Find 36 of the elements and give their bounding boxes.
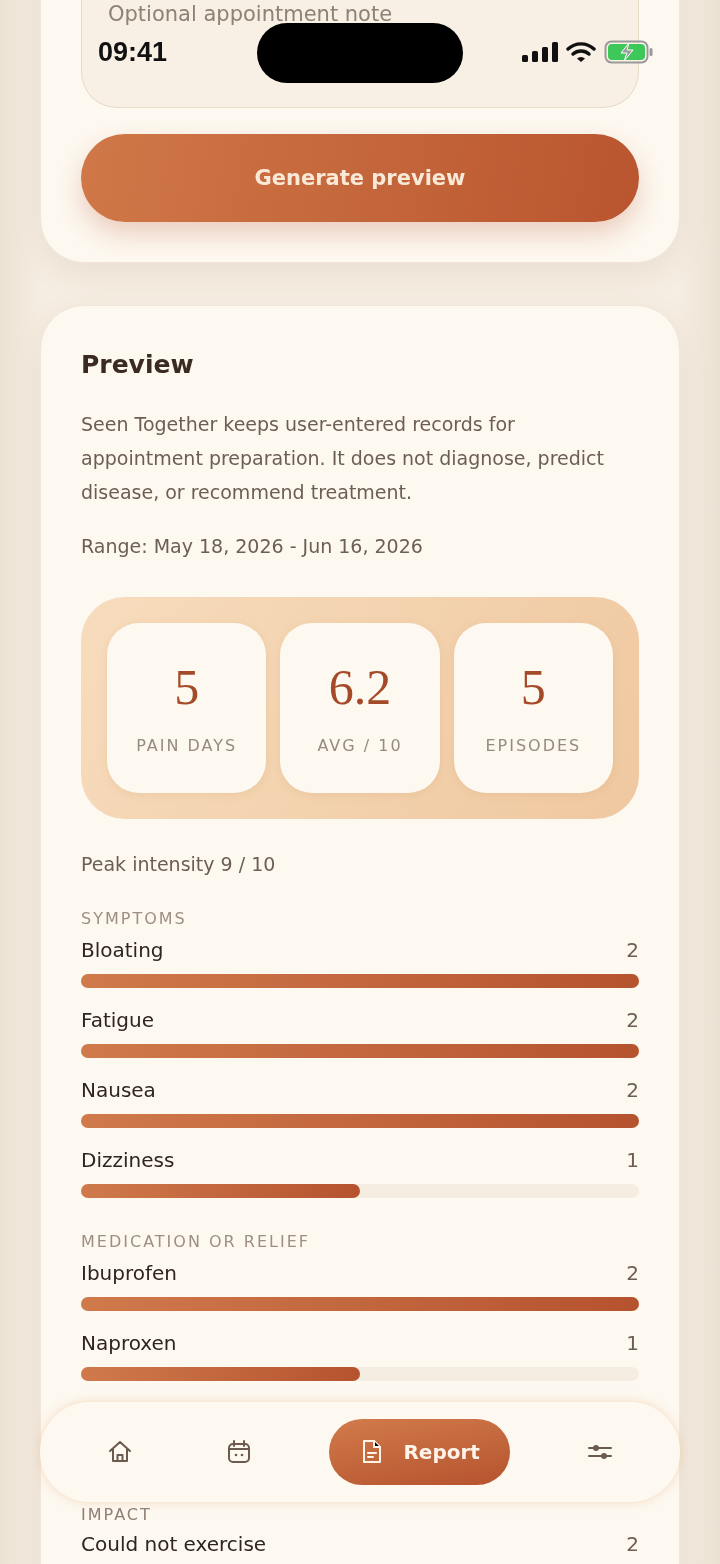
item-count: 2 bbox=[626, 938, 639, 962]
stat-value: 5 bbox=[174, 661, 200, 712]
item-name: Nausea bbox=[81, 1078, 156, 1102]
nav-tab[interactable]: Report bbox=[329, 1419, 510, 1485]
stat-value: 6.2 bbox=[328, 661, 392, 712]
item-name: Bloating bbox=[81, 938, 164, 962]
section-heading: SYMPTOMS bbox=[81, 909, 188, 928]
signal-icon bbox=[522, 42, 558, 62]
section-title: Preview bbox=[81, 350, 195, 379]
home-icon bbox=[106, 1439, 133, 1465]
calendar-icon bbox=[226, 1439, 253, 1465]
item-name: Fatigue bbox=[81, 1008, 154, 1032]
item-count: 2 bbox=[626, 1008, 639, 1032]
item-count: 2 bbox=[626, 1078, 639, 1102]
stat-label: AVG / 10 bbox=[317, 735, 403, 755]
note-field[interactable]: Optional appointment note bbox=[108, 2, 612, 26]
section-heading: IMPACT bbox=[81, 1505, 153, 1524]
item-name: Naproxen bbox=[81, 1331, 177, 1355]
item-count: 2 bbox=[626, 1261, 639, 1285]
stat-label: EPISODES bbox=[485, 735, 582, 755]
battery-icon bbox=[604, 40, 654, 64]
peak-intensity: Peak intensity 9 / 10 bbox=[81, 853, 277, 875]
stat-label: PAIN DAYS bbox=[136, 735, 238, 755]
status-time: 09:41 bbox=[98, 36, 168, 68]
section-heading: MEDICATION OR RELIEF bbox=[81, 1232, 311, 1251]
item-count: 2 bbox=[626, 1532, 639, 1556]
item-count: 1 bbox=[626, 1148, 639, 1172]
item-name: Could not exercise bbox=[81, 1532, 267, 1556]
disclaimer-text: Seen Together keeps user-entered records for appointment preparation. It does not diagnose, predict disease, or recommend treatment. bbox=[81, 412, 605, 505]
item-name: Ibuprofen bbox=[81, 1261, 177, 1285]
generate-preview-button[interactable]: Generate preview bbox=[81, 134, 639, 222]
item-name: Dizziness bbox=[81, 1148, 175, 1172]
wifi-icon bbox=[566, 41, 596, 63]
item-count: 1 bbox=[626, 1331, 639, 1355]
date-range: Range: May 18, 2026 - Jun 16, 2026 bbox=[81, 535, 424, 557]
stat-value: 5 bbox=[520, 661, 546, 712]
